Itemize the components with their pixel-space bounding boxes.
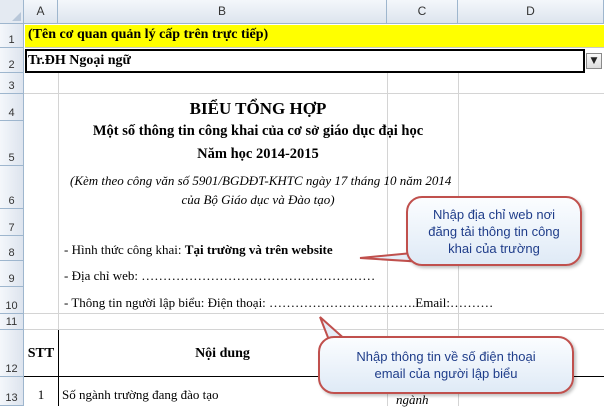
web-address-callout: Nhập địa chỉ web nơi đăng tải thông tin … [406, 196, 582, 266]
contact-info-callout: Nhập thông tin về số điện thoại email củ… [318, 336, 574, 394]
